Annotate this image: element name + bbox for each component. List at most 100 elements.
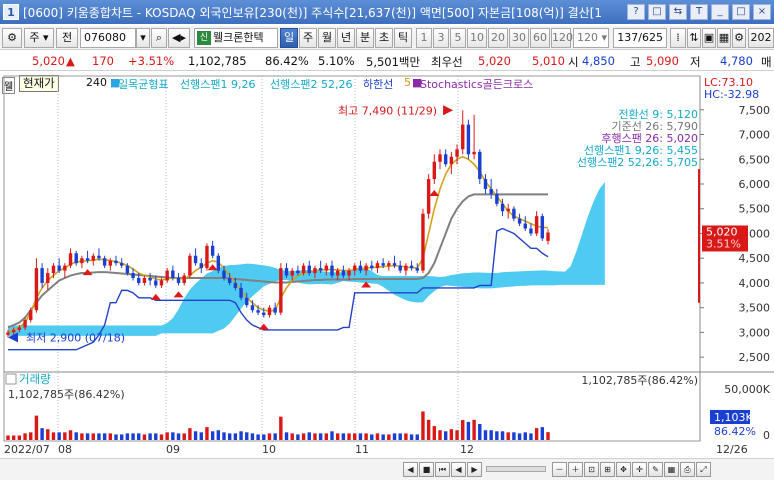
candle-body: [415, 268, 419, 271]
print-icon[interactable]: ⎙: [680, 462, 695, 477]
volume-bar: [137, 433, 141, 440]
volume-bar: [529, 433, 533, 440]
volume-bar: [11, 435, 16, 440]
interval-30[interactable]: 30: [509, 28, 529, 48]
candle-body: [193, 255, 198, 264]
candle-body: [176, 278, 181, 283]
interval-60[interactable]: 60: [530, 28, 550, 48]
interval-3[interactable]: 3: [433, 28, 449, 48]
maximize-button[interactable]: □: [732, 4, 750, 20]
volume-bar: [438, 430, 442, 440]
page-count-field[interactable]: 137/625: [613, 28, 667, 48]
save-icon[interactable]: ▣: [702, 28, 716, 48]
volume-bar: [409, 434, 414, 440]
app-icon: 1: [3, 4, 19, 20]
interval-120[interactable]: 120: [551, 28, 573, 48]
code-dropdown-icon[interactable]: ▾: [136, 28, 150, 48]
title-bar: 1 [0600] 키움종합차트 - KOSDAQ 외국인보유[230(천)] 주…: [0, 0, 774, 24]
stock-name-field[interactable]: 신 웰크론한텍: [194, 28, 278, 48]
candle-body: [279, 268, 283, 313]
candle-body: [29, 310, 33, 321]
candle-body: [318, 268, 323, 271]
settings-icon[interactable]: ⚙: [2, 28, 22, 48]
year-field[interactable]: 202: [748, 28, 774, 48]
zoom-reset-icon[interactable]: ⊡: [584, 462, 599, 477]
candle-body: [267, 307, 272, 316]
candle-body: [330, 265, 334, 276]
expand-icon[interactable]: ⤢: [696, 462, 711, 477]
link-button[interactable]: ⇆: [669, 4, 687, 20]
minimize-button[interactable]: _: [711, 4, 729, 20]
dot-chart-icon[interactable]: ⁞: [670, 28, 686, 48]
candle-body: [6, 332, 10, 335]
period-tab-tick[interactable]: 틱: [394, 28, 412, 48]
period-tab-month[interactable]: 월: [318, 28, 336, 48]
volume-bar: [404, 433, 408, 440]
candle-body: [216, 255, 221, 271]
volume-title: 거래량: [19, 372, 51, 386]
chart-type-select[interactable]: 주 ▾: [24, 28, 54, 48]
volume-bar: [455, 430, 459, 440]
stop-icon[interactable]: ■: [419, 462, 434, 477]
stock-code-input[interactable]: 076080: [80, 28, 136, 48]
volume-badge-value: 1,103K: [714, 411, 753, 424]
window-option-button[interactable]: □: [648, 4, 666, 20]
period-tab-year[interactable]: 년: [337, 28, 355, 48]
hc-value: HC:-32.98: [704, 88, 759, 101]
table-icon[interactable]: ▦: [717, 28, 731, 48]
period-tab-day[interactable]: 일: [280, 28, 298, 48]
candle-body: [227, 278, 232, 283]
candle-body: [171, 270, 175, 278]
interval-1[interactable]: 1: [416, 28, 432, 48]
gear-icon[interactable]: ⚙: [732, 28, 746, 48]
volume-bar: [250, 433, 255, 440]
volume-bar: [517, 433, 522, 440]
interval-20[interactable]: 20: [488, 28, 508, 48]
draw-icon[interactable]: ✎: [648, 462, 663, 477]
price-chart[interactable]: 7,5007,0006,5006,0005,5005,0004,5004,000…: [0, 72, 774, 442]
market-type-button[interactable]: 전: [56, 28, 78, 48]
candle-body: [63, 265, 67, 271]
fit-icon[interactable]: ⊞: [600, 462, 615, 477]
volume-bar: [483, 430, 488, 440]
arrows-icon[interactable]: ⇅: [687, 28, 701, 48]
scroll-left-icon[interactable]: ◀: [403, 462, 418, 477]
buy-signal-marker: [258, 323, 269, 330]
search-icon[interactable]: ⌕: [151, 28, 167, 48]
topmost-button[interactable]: T: [690, 4, 708, 20]
grid-icon[interactable]: ▦: [664, 462, 679, 477]
volume-bar: [364, 433, 368, 440]
scroll-track[interactable]: [486, 466, 546, 472]
candle-body: [148, 278, 152, 281]
period-tab-minute[interactable]: 분: [356, 28, 374, 48]
period-tab-week[interactable]: 주: [299, 28, 317, 48]
crosshair-icon[interactable]: ✛: [632, 462, 647, 477]
next-icon[interactable]: ▶: [467, 462, 482, 477]
prev-icon[interactable]: ◀: [451, 462, 466, 477]
pan-icon[interactable]: ✥: [616, 462, 631, 477]
volume-bar: [216, 430, 221, 440]
speaker-icon[interactable]: ◀▸: [168, 28, 190, 48]
interval-5[interactable]: 5: [450, 28, 466, 48]
interval-10[interactable]: 10: [467, 28, 487, 48]
close-button[interactable]: ×: [753, 4, 771, 20]
volume-bar: [171, 432, 175, 440]
price-change: 170: [92, 54, 114, 68]
right-tab[interactable]: 매: [761, 54, 772, 70]
volume-bar: [301, 433, 306, 440]
period-tab-second[interactable]: 초: [375, 28, 393, 48]
buy-signal-marker: [173, 291, 184, 298]
candle-body: [154, 280, 158, 286]
candle-body: [250, 305, 255, 311]
up-arrow-icon: ▲: [66, 54, 75, 68]
volume-value: 1,102,785: [188, 54, 247, 68]
first-page-icon[interactable]: ⏮: [435, 462, 450, 477]
volume-bar: [347, 433, 351, 440]
interval-select[interactable]: 120 ▾: [573, 28, 609, 48]
zoom-in-icon[interactable]: ＋: [568, 462, 583, 477]
candle-body: [159, 280, 164, 286]
zoom-out-icon[interactable]: －: [552, 462, 567, 477]
help-button[interactable]: ?: [627, 4, 645, 20]
volume-bar: [85, 433, 90, 440]
date-axis: 2022/07 08 09 10 11 12 12/26: [0, 441, 774, 457]
